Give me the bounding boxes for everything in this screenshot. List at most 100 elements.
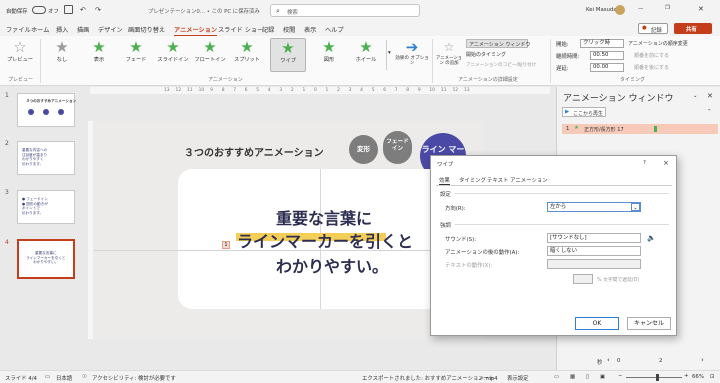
animation-shape[interactable]: ★ 図形 [311, 38, 347, 72]
tab-slideshow[interactable]: スライド ショー [218, 25, 263, 34]
tab-insert[interactable]: 挿入 [56, 25, 68, 34]
tab-transitions[interactable]: 画面切り替え [128, 25, 165, 34]
animation-pane-button[interactable]: アニメーション ウィンドウ [466, 39, 530, 48]
slide[interactable]: ３つのおすすめアニメーション 変形 フェード イン ライン マー 重要な言葉に … [94, 121, 484, 339]
record-button[interactable]: ● 記録 [638, 23, 668, 34]
slideshow-view-icon[interactable]: ▣ [600, 374, 605, 380]
zoom-out-icon[interactable]: − [618, 373, 623, 379]
preview-button[interactable]: ☆ プレビュー [2, 38, 38, 72]
after-animation-select[interactable]: 暗くしない [547, 246, 641, 256]
ruler-tick: 4 [267, 88, 271, 93]
zoom-slider[interactable] [626, 377, 682, 378]
tab-home[interactable]: ホーム [31, 25, 49, 34]
close-icon[interactable]: ✕ [698, 5, 704, 13]
tab-draw[interactable]: 描画 [77, 25, 89, 34]
avatar[interactable] [615, 5, 625, 15]
bubble-fade[interactable]: フェード イン [383, 131, 412, 164]
chevron-down-icon[interactable]: ⌄ [693, 93, 698, 99]
file-name[interactable]: プレゼンテーション0... • この PC に保存済み [148, 7, 260, 15]
direction-select[interactable]: 左から ⌄ [547, 202, 641, 212]
text-animate-select[interactable] [547, 259, 641, 269]
tab-record[interactable]: 記録 [262, 25, 274, 34]
thumbnail-slide-1[interactable]: ３つのおすすめアニメーション [17, 93, 76, 127]
user-name[interactable]: Kei Masuda [586, 7, 617, 13]
add-animation-button[interactable]: ☆ アニメーション の追加 [434, 38, 464, 72]
sound-label: サウンド(S): [445, 237, 477, 243]
duration-input[interactable]: 00.50 [590, 51, 624, 60]
slide-line-2[interactable]: ラインマーカーを引くと [237, 228, 413, 252]
close-icon[interactable]: ✕ [707, 92, 713, 100]
delay-input[interactable]: 00.00 [590, 63, 624, 72]
minimize-icon[interactable]: — [638, 6, 643, 12]
animation-split[interactable]: ★ スプリット [229, 38, 265, 72]
sorter-view-icon[interactable]: ▦ [570, 374, 575, 380]
redo-icon[interactable]: ↷ [95, 6, 101, 14]
start-select[interactable]: クリック時 [580, 39, 624, 48]
slide-title[interactable]: ３つのおすすめアニメーション [184, 144, 324, 159]
zoom-level[interactable]: 66% [692, 374, 704, 380]
search-box[interactable]: ⌕ 検索 [270, 4, 420, 17]
chevron-right-icon[interactable]: › [701, 356, 704, 364]
ok-button[interactable]: OK [575, 317, 619, 330]
speaker-icon[interactable]: 🔈 [647, 234, 656, 242]
thumb-body: ● フェードイン ● 図形の動きが ポイントで 伝わります。 [22, 197, 48, 215]
slide-line-1[interactable]: 重要な言葉に [276, 205, 372, 229]
autosave-toggle[interactable] [32, 6, 46, 14]
save-icon[interactable] [64, 5, 73, 14]
effect-options-button[interactable]: ➔ 効果の オプション [394, 38, 430, 72]
thumbnail-slide-3[interactable]: ● フェードイン ● 図形の動きが ポイントで 伝わります。 [17, 190, 75, 224]
help-icon[interactable]: ? [643, 160, 646, 166]
sound-select[interactable]: [サウンドなし] [547, 233, 641, 243]
animation-float-in[interactable]: ★ フロートイン [192, 38, 228, 72]
cancel-button[interactable]: キャンセル [627, 317, 671, 330]
fit-slide-icon[interactable]: ⊡ [710, 374, 715, 380]
chevron-left-icon[interactable]: ‹ [607, 356, 610, 364]
animation-painter-button[interactable]: アニメーションのコピー/貼り付け [466, 62, 536, 68]
delay-percent-input[interactable] [573, 274, 593, 284]
dialog-tab-timing[interactable]: タイミング [459, 176, 486, 184]
animation-wipe[interactable]: ★ ワイプ [270, 38, 306, 72]
dialog-tab-text-animation[interactable]: テキスト アニメーション [487, 176, 548, 184]
restore-icon[interactable]: ❐ [665, 5, 670, 11]
gallery-scroll[interactable]: ▾ [386, 40, 392, 70]
move-earlier-button[interactable]: 順番を前にする [634, 52, 669, 59]
direction-label: 方向(R): [445, 206, 466, 212]
undo-icon[interactable]: ↶ [80, 6, 86, 14]
tab-view[interactable]: 表示 [304, 25, 316, 34]
slide-line-3[interactable]: わかりやすい。 [276, 253, 388, 277]
tab-design[interactable]: デザイン [98, 25, 123, 34]
animation-fly-in[interactable]: ★ スライドイン [155, 38, 191, 72]
thumbnail-slide-2[interactable]: 重要な内容への 注目度が高まり わかりやすく 伝わります。 [17, 141, 75, 175]
play-from-button[interactable]: ▶ ここから再生 [562, 107, 606, 117]
tab-review[interactable]: 校閲 [283, 25, 295, 34]
animation-tag[interactable]: 1 [222, 241, 230, 249]
dialog-close-icon[interactable]: × [663, 159, 669, 167]
autosave-label: 自動保存 [6, 9, 28, 15]
animation-none[interactable]: ★ なし [44, 38, 80, 72]
notes-button[interactable]: ノート [478, 374, 494, 382]
spellcheck-icon[interactable]: ▭ [45, 374, 50, 380]
zoom-in-icon[interactable]: + [684, 373, 689, 379]
trigger-button[interactable]: 開始のタイミング [466, 51, 506, 58]
animation-wheel[interactable]: ★ ホイール [348, 38, 384, 72]
share-button[interactable]: 共有 [674, 23, 712, 34]
chevron-up-icon[interactable]: ⌃ [707, 109, 712, 115]
reading-view-icon[interactable]: ▯ [586, 374, 589, 380]
tab-help[interactable]: ヘルプ [325, 25, 344, 34]
animation-item[interactable]: 1 ★ 正方形/長方形 17 [562, 124, 718, 134]
animation-appear[interactable]: ★ 表示 [81, 38, 117, 72]
normal-view-icon[interactable]: ▭ [554, 374, 559, 380]
divider [455, 224, 669, 225]
language-indicator[interactable]: 日本語 [56, 374, 72, 382]
accessibility-status[interactable]: アクセシビリティ: 検討が必要です [92, 374, 176, 382]
animation-fade[interactable]: ★ フェード [118, 38, 154, 72]
thumbnail-slide-4[interactable]: 重要な言葉に ラインマーカーを引くと わかりやすい。 [17, 239, 75, 279]
tab-file[interactable]: ファイル [6, 25, 31, 34]
display-settings-button[interactable]: 表示設定 [507, 374, 529, 382]
tab-animations[interactable]: アニメーション [174, 25, 218, 37]
dialog-tab-effect[interactable]: 効果 [439, 176, 450, 185]
bubble-morph[interactable]: 変形 [349, 135, 378, 164]
move-later-button[interactable]: 順番を後にする [634, 64, 669, 71]
accessibility-icon[interactable]: ☉ [82, 374, 87, 380]
zoom-slider-thumb[interactable] [656, 374, 659, 381]
